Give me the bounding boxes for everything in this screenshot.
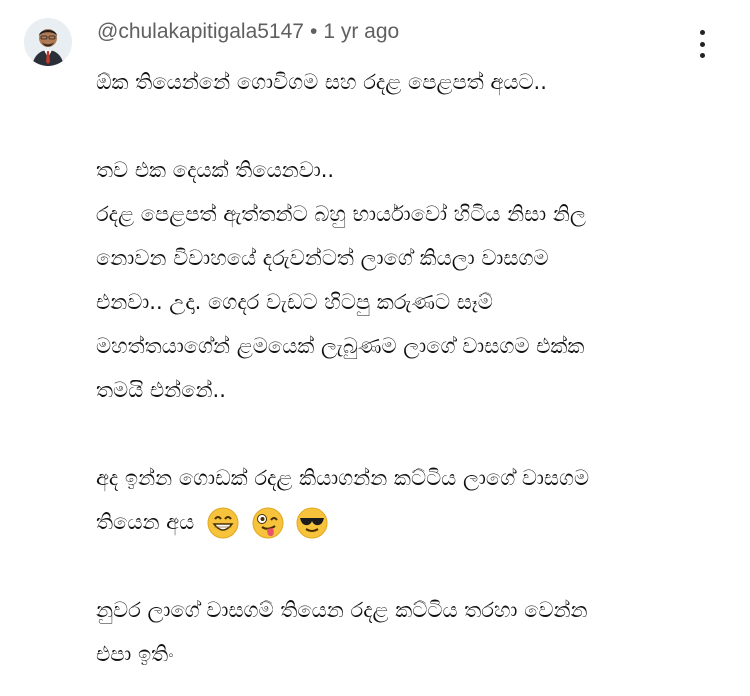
comment-line: රදළ පෙළපත් ඇත්තන්ට බහු භාර්යාවෝ හිටිය නි… — [96, 202, 586, 226]
comment-header: @chulakapitigala5147 • 1 yr ago — [97, 20, 399, 44]
comment-line-with-emoji: තියෙන අය — [96, 500, 736, 544]
sunglasses-face-icon — [296, 507, 328, 539]
comment-line: තමයි එන්නේ.. — [96, 378, 226, 402]
winking-tongue-face-icon — [252, 507, 284, 539]
comment-text: ඕක තියෙන්නේ ගොවිගම සහ රදළ පෙළපත් අයට.. ත… — [96, 60, 736, 676]
comment-line — [96, 412, 736, 456]
comment-line: මහත්තයාගේන් ළමයෙක් ලැබුණම ලාගේ වාසගම එක්… — [96, 334, 585, 358]
comment-line: ඕක තියෙන්නේ ගොවිගම සහ රදළ පෙළපත් අයට.. — [96, 70, 547, 94]
menu-dot — [699, 30, 705, 35]
comment-line: එනවා.. උදා. ගෙදර වැඩට හිටපු කරුණට සෑම් — [96, 290, 493, 314]
comment-line: නුවර ලාගේ වාසගම් තියෙන රදළ කට්ටිය තරහා ව… — [96, 598, 588, 622]
comment-line: එපා ඉතිං — [96, 642, 174, 666]
grinning-face-icon — [207, 507, 239, 539]
timestamp[interactable]: 1 yr ago — [323, 20, 399, 43]
comment-line: නොවන විවාහයේ දරුවන්ටත් ලාගේ කියලා වාසගම — [96, 246, 549, 270]
avatar[interactable] — [24, 18, 72, 66]
user-avatar-icon — [24, 18, 72, 66]
comment-line: තව එක දෙයක් තියෙනවා.. — [96, 158, 335, 182]
comment-line: අද ඉන්න ගොඩක් රදළ කියාගන්න කට්ටිය ලාගේ ව… — [96, 466, 590, 490]
comment-line-text: තියෙන අය — [96, 510, 195, 534]
comment-line — [96, 544, 736, 588]
menu-dot — [699, 41, 705, 47]
comment-line — [96, 104, 736, 148]
more-options-button[interactable] — [690, 30, 714, 58]
author-handle[interactable]: @chulakapitigala5147 — [97, 20, 304, 43]
separator-dot: • — [309, 20, 318, 43]
menu-dot — [699, 53, 705, 58]
